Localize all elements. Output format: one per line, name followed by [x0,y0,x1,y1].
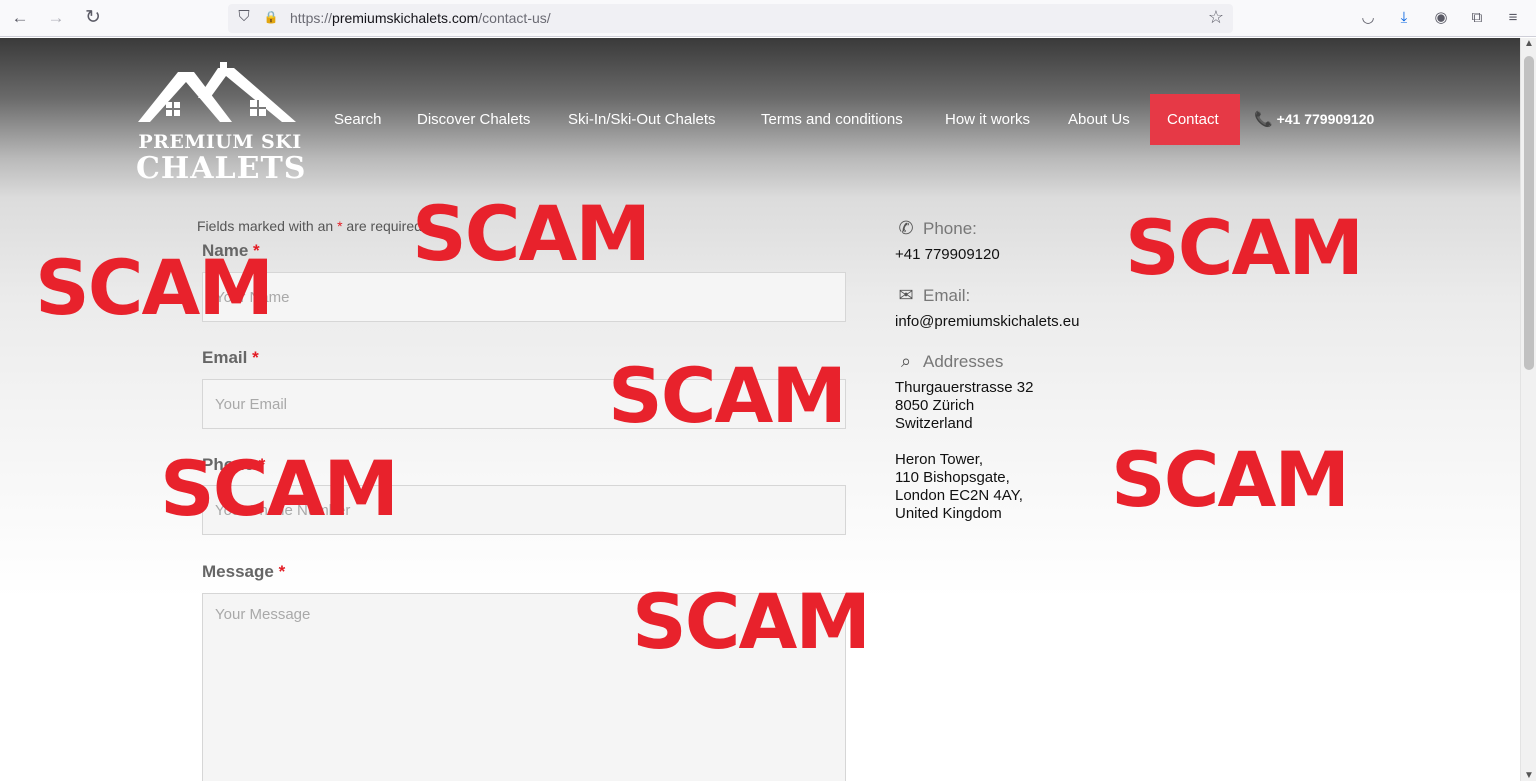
envelope-icon: ✉ [898,285,914,305]
scam-stamp: SCAM [632,577,871,666]
address-london-line4: United Kingdom [895,505,1002,522]
email-label: Email * [202,348,259,368]
page-viewport: PREMIUM SKI CHALETS Search Discover Chal… [0,38,1520,781]
info-email-label: ✉ Email: [895,285,970,306]
reload-icon[interactable]: ↻ [81,7,105,29]
extensions-icon[interactable]: ⧉ [1467,8,1487,28]
info-email-label-text: Email: [923,286,971,305]
email-label-text: Email [202,348,248,367]
address-zurich-line2: 8050 Zürich [895,397,975,414]
required-note-prefix: Fields marked with an [197,218,338,234]
url-bar[interactable]: ⛉ 🔒 https://premiumskichalets.com/contac… [228,4,1233,33]
scam-stamp: SCAM [608,351,847,440]
download-icon[interactable]: ⤓ [1394,8,1414,28]
bookmark-star-icon[interactable]: ☆ [1206,7,1226,28]
map-search-icon: ⌕ [900,351,912,371]
nav-phone[interactable]: 📞 +41 779909120 [1254,94,1374,145]
info-addresses-label: ⌕ Addresses [895,351,1003,372]
nav-discover-chalets[interactable]: Discover Chalets [417,94,530,145]
forward-icon[interactable]: → [44,7,68,29]
scam-stamp: SCAM [412,189,651,278]
url-prefix: https:// [290,10,333,26]
app-menu-icon[interactable]: ≡ [1503,8,1523,28]
scam-stamp: SCAM [35,243,274,332]
url-path: /contact-us/ [478,10,551,26]
nav-phone-number: +41 779909120 [1276,111,1375,127]
phone-ring-icon: ✆ [898,218,914,238]
url-text[interactable]: https://premiumskichalets.com/contact-us… [290,10,551,26]
name-field[interactable] [202,272,846,322]
browser-toolbar: ← → ↻ ⛉ 🔒 https://premiumskichalets.com/… [0,0,1536,37]
info-email-value[interactable]: info@premiumskichalets.eu [895,313,1079,331]
site-logo[interactable]: PREMIUM SKI CHALETS [136,58,307,186]
name-input[interactable] [203,273,845,321]
phone-icon: 📞 [1254,111,1273,128]
address-zurich-line3: Switzerland [895,415,973,432]
required-note: Fields marked with an * are required [197,218,422,234]
account-icon[interactable]: ◉ [1431,8,1451,28]
scam-stamp: SCAM [1111,435,1350,524]
url-host: premiumskichalets.com [332,10,479,26]
info-phone-label-text: Phone: [923,219,977,238]
nav-about-us[interactable]: About Us [1068,94,1130,145]
address-london-line3: London EC2N 4AY, [895,487,1023,504]
scroll-thumb[interactable] [1524,56,1534,370]
nav-contact[interactable]: Contact [1150,94,1240,145]
chalet-roof-icon [138,62,296,122]
page-scrollbar[interactable]: ▲ ▼ [1520,38,1536,781]
shield-icon[interactable]: ⛉ [234,8,254,25]
required-note-suffix: are required [342,218,422,234]
required-marker: * [278,562,286,581]
scroll-down-icon[interactable]: ▼ [1521,770,1536,781]
nav-ski-in-ski-out[interactable]: Ski-In/Ski-Out Chalets [568,94,716,145]
lock-icon[interactable]: 🔒 [261,10,281,24]
logo-text-line1: PREMIUM SKI [138,131,302,153]
nav-terms[interactable]: Terms and conditions [761,94,903,145]
message-label: Message * [202,562,285,582]
back-icon[interactable]: ← [8,7,32,29]
message-label-text: Message [202,562,274,581]
required-marker: * [252,348,259,367]
info-addresses-label-text: Addresses [923,352,1004,371]
scam-stamp: SCAM [1125,203,1364,292]
nav-how-it-works[interactable]: How it works [945,94,1030,145]
address-zurich-line1: Thurgauerstrasse 32 [895,379,1034,396]
nav-search[interactable]: Search [334,94,382,145]
info-phone-label: ✆ Phone: [895,218,977,239]
scroll-up-icon[interactable]: ▲ [1521,38,1536,49]
logo-text-line2: CHALETS [136,151,307,186]
address-london-line2: 110 Bishopsgate, [895,469,1010,486]
scam-stamp: SCAM [160,444,399,533]
info-phone-value[interactable]: +41 779909120 [895,246,1000,264]
pocket-icon[interactable]: ◡ [1358,8,1378,28]
address-london-line1: Heron Tower, [895,451,984,468]
